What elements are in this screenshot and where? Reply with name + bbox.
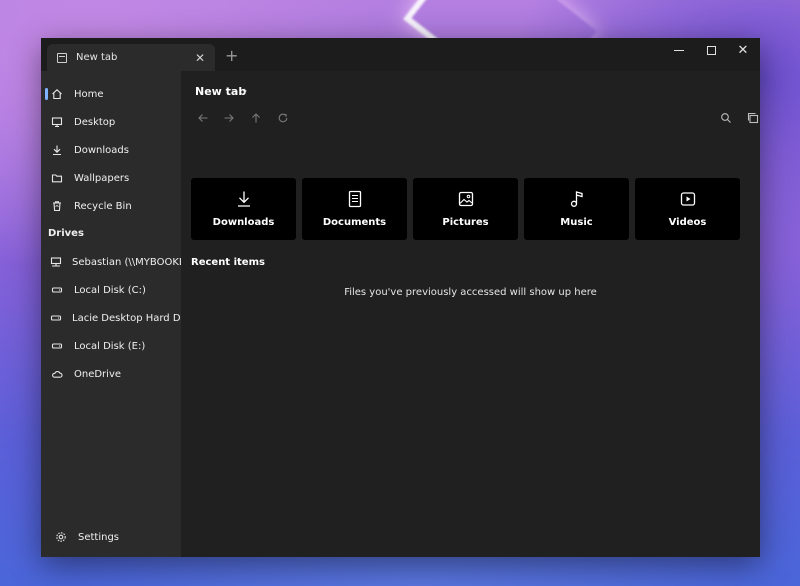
search-button[interactable] [716, 109, 736, 127]
desktop-icon [50, 116, 64, 128]
sidebar-item-label: Local Disk (E:) [74, 340, 146, 352]
picture-icon [458, 190, 474, 208]
quick-access-pictures[interactable]: Pictures [413, 178, 518, 240]
sidebar-item-label: Local Disk (C:) [74, 284, 146, 296]
sidebar-item-label: OneDrive [74, 368, 122, 380]
card-label: Music [560, 217, 593, 228]
sidebar-item-label: Desktop [74, 116, 116, 128]
selection-indicator [45, 88, 48, 100]
sidebar-item-onedrive[interactable]: OneDrive [45, 362, 181, 386]
drive-icon [50, 312, 62, 324]
sidebar-item-home[interactable]: Home [45, 82, 181, 106]
sidebar-item-recycle-bin[interactable]: Recycle Bin [45, 194, 181, 218]
sidebar-item-label: Home [74, 88, 104, 100]
maximize-button[interactable] [695, 38, 727, 62]
sidebar-item-downloads[interactable]: Downloads [45, 138, 181, 162]
view-mode-button[interactable] [743, 109, 760, 127]
drives-heading[interactable]: Drives [48, 228, 84, 239]
quick-access-videos[interactable]: Videos [635, 178, 740, 240]
refresh-icon [278, 113, 288, 123]
sidebar-item-label: Settings [78, 531, 120, 543]
sidebar-item-label: Sebastian (\\MYBOOKLIVE [72, 256, 181, 268]
card-label: Documents [322, 217, 387, 228]
music-icon [569, 190, 585, 208]
card-label: Downloads [212, 217, 275, 228]
sidebar-item-label: Wallpapers [74, 172, 130, 184]
folder-icon [50, 172, 64, 184]
card-label: Pictures [442, 217, 489, 228]
main-content: New tab › Downloads Documents Pictures M… [181, 71, 760, 557]
close-window-button[interactable]: ✕ [727, 38, 759, 62]
tab-close-button[interactable]: ✕ [193, 51, 207, 65]
close-icon: ✕ [737, 42, 749, 58]
minimize-button[interactable] [663, 38, 695, 62]
sidebar-item-label: Recycle Bin [74, 200, 132, 212]
up-button[interactable] [246, 109, 266, 127]
sidebar-item-label: Downloads [74, 144, 129, 156]
maximize-icon [706, 45, 716, 55]
title-bar[interactable]: New tab ✕ + ✕ [41, 38, 760, 71]
sidebar-item-local-disk-e[interactable]: Local Disk (E:) [45, 334, 181, 358]
back-button[interactable] [193, 109, 213, 127]
card-label: Videos [668, 217, 707, 228]
sidebar: Home Desktop Downloads Wallpapers Recycl… [41, 71, 181, 557]
arrow-left-icon [198, 114, 208, 122]
sidebar-item-label: Lacie Desktop Hard Drive [72, 312, 181, 324]
files-window: New tab ✕ + ✕ Home Desktop Downloads Wal… [41, 38, 760, 557]
breadcrumb-chevron-icon[interactable]: › [243, 84, 247, 97]
sidebar-item-network-drive[interactable]: Sebastian (\\MYBOOKLIVE [45, 250, 181, 274]
video-icon [680, 190, 696, 208]
recycle-bin-icon [50, 200, 64, 212]
gear-icon [54, 531, 68, 543]
new-tab-button[interactable]: + [225, 46, 238, 65]
document-icon [347, 190, 363, 208]
sidebar-item-wallpapers[interactable]: Wallpapers [45, 166, 181, 190]
recent-empty-message: Files you've previously accessed will sh… [344, 287, 597, 298]
windows-stack-icon [747, 112, 759, 124]
drive-icon [50, 284, 64, 296]
network-drive-icon [50, 256, 62, 268]
sidebar-item-desktop[interactable]: Desktop [45, 110, 181, 134]
download-icon [50, 144, 64, 156]
download-icon [236, 190, 252, 208]
recent-items-heading: Recent items [191, 257, 265, 268]
quick-access-downloads[interactable]: Downloads [191, 178, 296, 240]
quick-access-music[interactable]: Music [524, 178, 629, 240]
tab-new-tab[interactable]: New tab ✕ [47, 44, 215, 71]
arrow-right-icon [224, 114, 234, 122]
sidebar-item-settings[interactable]: Settings [49, 525, 185, 549]
tab-page-icon [57, 52, 67, 63]
sidebar-item-local-disk-c[interactable]: Local Disk (C:) [45, 278, 181, 302]
refresh-button[interactable] [273, 109, 293, 127]
sidebar-item-lacie-drive[interactable]: Lacie Desktop Hard Drive [45, 306, 181, 330]
tab-label: New tab [76, 52, 118, 63]
minimize-icon [674, 49, 684, 51]
arrow-up-icon [252, 113, 260, 123]
breadcrumb[interactable]: New tab [195, 85, 246, 98]
home-icon [50, 88, 64, 100]
forward-button[interactable] [219, 109, 239, 127]
search-icon [721, 113, 731, 123]
quick-access-documents[interactable]: Documents [302, 178, 407, 240]
drive-icon [50, 340, 64, 352]
cloud-icon [50, 368, 64, 380]
